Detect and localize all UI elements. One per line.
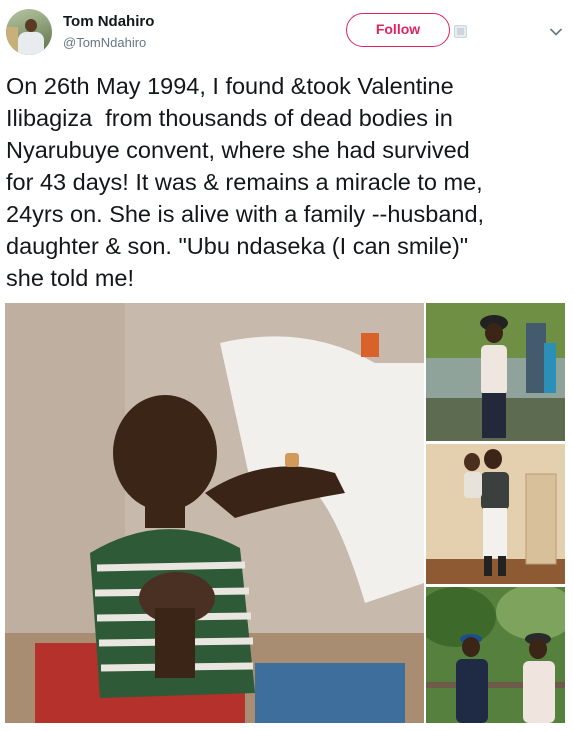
display-name[interactable]: Tom Ndahiro <box>63 13 154 30</box>
tweet-text: On 26th May 1994, I found &took Valentin… <box>6 73 485 291</box>
tweet-header: Tom Ndahiro @TomNdahiro Follow <box>0 0 574 64</box>
follow-button[interactable]: Follow <box>346 13 450 47</box>
user-avatar[interactable] <box>6 9 52 55</box>
tweet-media-grid <box>5 303 565 723</box>
tweet-photo-2[interactable] <box>426 303 565 441</box>
tweet-photo-4[interactable] <box>426 587 565 723</box>
chevron-down-icon[interactable] <box>549 27 563 37</box>
tweet-photo-main[interactable] <box>5 303 424 723</box>
avatar-background <box>6 27 18 55</box>
avatar-head <box>25 19 37 32</box>
tweet-photo-3[interactable] <box>426 444 565 584</box>
user-handle[interactable]: @TomNdahiro <box>63 35 146 50</box>
avatar-body <box>18 32 44 55</box>
block-icon[interactable] <box>454 25 467 38</box>
